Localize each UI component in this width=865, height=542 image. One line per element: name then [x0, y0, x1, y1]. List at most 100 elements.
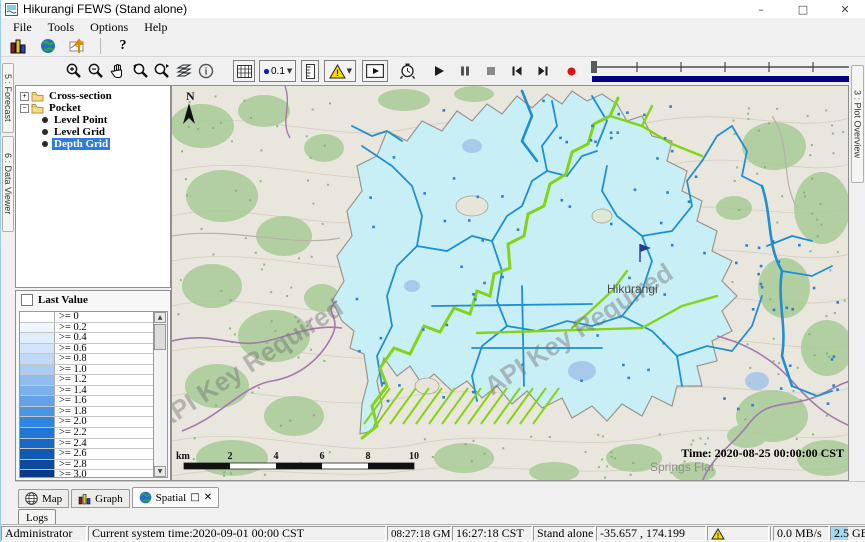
scroll-up-icon[interactable]: ▲ — [154, 312, 166, 323]
legend-row-label: >= 3.0 — [55, 470, 87, 477]
globe-icon — [139, 491, 152, 504]
legend-row-label: >= 0 — [55, 312, 79, 322]
menu-help[interactable]: Help — [136, 18, 175, 36]
first-step-button[interactable] — [506, 60, 528, 82]
legend-color-swatch — [20, 365, 55, 375]
tab-close-icon[interactable]: ✕ — [204, 492, 212, 503]
minimize-button[interactable]: – — [740, 0, 782, 18]
animation-window-button[interactable] — [362, 60, 388, 82]
dock-tab-plot-overview[interactable]: 3 : Plot Overview — [851, 65, 864, 183]
fews-application-window: Hikurangi FEWS (Stand alone) – □ ✕ File … — [0, 0, 865, 542]
tree-node-label-selected: Depth Grid — [52, 138, 110, 150]
legend-color-swatch — [20, 470, 55, 477]
svg-text:!: ! — [717, 532, 719, 539]
help-button[interactable]: ? — [112, 35, 134, 57]
svg-text:N: N — [186, 89, 195, 103]
tab-maximize-icon[interactable]: □ — [190, 492, 199, 503]
window-title: Hikurangi FEWS (Stand alone) — [23, 2, 187, 16]
status-warning-cell[interactable]: ! — [707, 526, 769, 541]
info-icon[interactable]: i — [195, 60, 217, 82]
bar-chart-icon — [78, 493, 91, 505]
left-dock-strip: 5 : Forecast 6 : Data Viewer — [1, 57, 15, 524]
tab-map[interactable]: Map — [18, 489, 69, 508]
legend-scrollbar[interactable]: ▲ ▼ — [153, 312, 167, 477]
legend-color-swatch — [20, 449, 55, 459]
status-spacer — [770, 526, 772, 541]
title-bar: Hikurangi FEWS (Stand alone) – □ ✕ — [1, 0, 865, 18]
svg-text:i: i — [205, 67, 208, 78]
node-bullet-icon — [42, 129, 48, 135]
record-movie-button[interactable] — [560, 60, 582, 82]
collapse-minus-icon[interactable]: − — [20, 104, 29, 113]
legend-row-label: >= 0.4 — [55, 333, 87, 343]
menu-tools[interactable]: Tools — [40, 18, 83, 36]
chevron-down-icon: ▼ — [287, 67, 292, 75]
maximize-button[interactable]: □ — [782, 0, 824, 18]
legend-color-swatch — [20, 323, 55, 333]
legend-color-swatch — [20, 417, 55, 427]
scale-unit-label: km — [176, 451, 191, 462]
timeline-thumb[interactable] — [591, 61, 597, 73]
timeseries-display-icon[interactable] — [7, 35, 29, 57]
pan-hand-icon[interactable] — [107, 60, 129, 82]
dock-tab-data-viewer[interactable]: 6 : Data Viewer — [2, 136, 14, 232]
svg-text:2: 2 — [228, 451, 233, 462]
legend-row-label: >= 1.2 — [55, 375, 87, 385]
dock-tab-forecast[interactable]: 5 : Forecast — [2, 63, 14, 133]
warning-threshold-dropdown[interactable]: ! ▼ — [324, 60, 356, 82]
timer-settings-icon[interactable] — [396, 60, 418, 82]
legend-row-label: >= 1.4 — [55, 386, 87, 396]
play-button[interactable] — [428, 60, 450, 82]
legend-row-label: >= 2.8 — [55, 460, 87, 470]
pause-button[interactable] — [454, 60, 476, 82]
stop-button[interactable] — [480, 60, 502, 82]
grid-display-toggle[interactable] — [233, 60, 255, 82]
legend-row-label: >= 0.6 — [55, 344, 87, 354]
svg-text:8: 8 — [366, 451, 371, 462]
place-label-springs-flat: Springs Flat — [650, 460, 715, 474]
expand-plus-icon[interactable]: + — [20, 92, 29, 101]
map-display-icon[interactable] — [37, 35, 59, 57]
tab-graph[interactable]: Graph — [71, 489, 130, 508]
status-user: Administrator — [1, 526, 87, 541]
bottom-panel: Map Graph Spatial □ ✕ Logs — [15, 481, 865, 524]
zoom-next-icon[interactable] — [151, 60, 173, 82]
legend-row-label: >= 2.0 — [55, 417, 87, 427]
map-viewport[interactable]: API Key Required API Key Required Hikura… — [171, 85, 849, 481]
zoom-previous-icon[interactable] — [129, 60, 151, 82]
window-controls: – □ ✕ — [740, 0, 865, 18]
tree-node-pocket[interactable]: − Pocket — [16, 102, 170, 114]
last-value-checkbox[interactable] — [21, 294, 33, 306]
close-button[interactable]: ✕ — [824, 0, 865, 18]
timeline-slider[interactable] — [590, 58, 865, 84]
tree-node-depth-grid[interactable]: Depth Grid — [16, 138, 170, 150]
tree-node-cross-section[interactable]: + Cross-section — [16, 90, 170, 102]
scroll-down-icon[interactable]: ▼ — [154, 466, 166, 477]
app-logo-icon — [5, 3, 18, 16]
svg-text:4: 4 — [274, 451, 279, 462]
classbreak-dropdown[interactable]: 0.1 ▼ — [259, 60, 296, 82]
zoom-out-icon[interactable] — [85, 60, 107, 82]
last-step-button[interactable] — [532, 60, 554, 82]
legend-row: >= 3.0 — [20, 470, 153, 477]
zoom-in-icon[interactable] — [63, 60, 85, 82]
scrollbar-thumb[interactable] — [154, 324, 166, 350]
menu-file[interactable]: File — [5, 18, 40, 36]
last-value-label: Last Value — [38, 294, 88, 306]
tab-spatial-active[interactable]: Spatial □ ✕ — [132, 487, 219, 508]
tree-node-level-grid[interactable]: Level Grid — [16, 126, 170, 138]
legend-row-label: >= 0.8 — [55, 354, 87, 364]
layers-icon[interactable] — [173, 60, 195, 82]
legend-panel: Last Value >= 0 >= 0.2 >= 0.4 >= 0.6 >= … — [15, 290, 171, 481]
profile-display-icon[interactable] — [67, 35, 89, 57]
menu-options[interactable]: Options — [82, 18, 136, 36]
tree-node-level-point[interactable]: Level Point — [16, 114, 170, 126]
status-bar: Administrator Current system time:2020-0… — [1, 524, 865, 542]
scale-ruler-toggle[interactable] — [301, 60, 319, 82]
legend-row-label: >= 1.6 — [55, 396, 87, 406]
chevron-down-icon: ▼ — [347, 67, 352, 75]
folder-icon — [31, 103, 44, 114]
status-system-time: Current system time:2020-09-01 00:00 CST — [88, 526, 386, 541]
map-time-overlay: Time: 2020-08-25 00:00:00 CST — [681, 446, 844, 460]
display-tabs: Map Graph Spatial □ ✕ — [18, 487, 219, 508]
